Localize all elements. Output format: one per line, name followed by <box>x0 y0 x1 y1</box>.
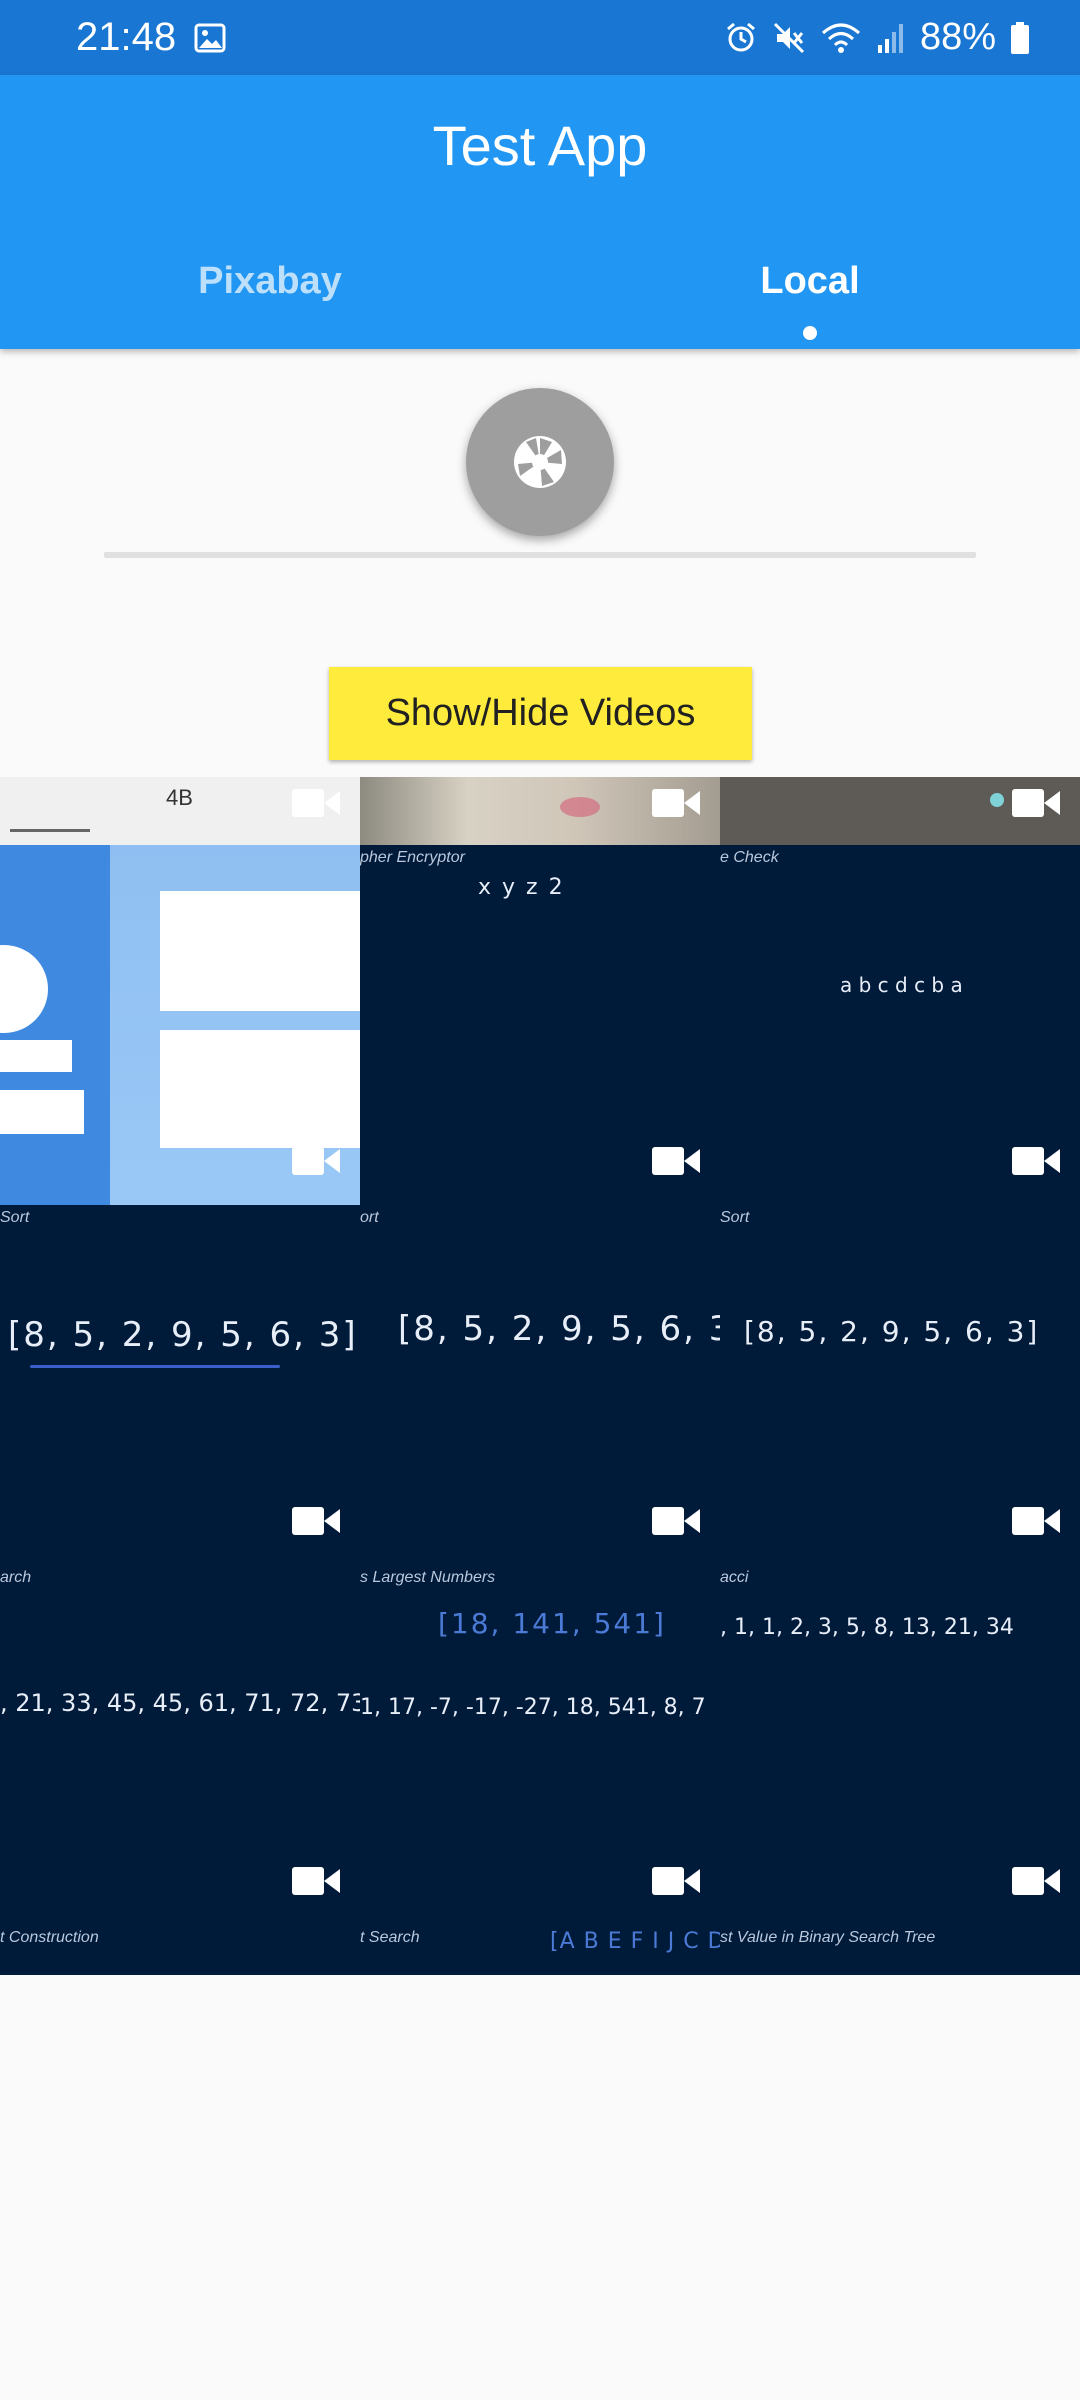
thumbnail-caption: arch <box>0 1569 32 1586</box>
tab-bar: Pixabay Local <box>0 255 1080 349</box>
status-time: 21:48 <box>76 15 177 59</box>
video-grid: 4B pher Encryptor x y z 2 e Check a b c … <box>0 777 1080 1975</box>
videocam-icon <box>652 1867 700 1895</box>
tab-local[interactable]: Local <box>540 255 1080 349</box>
thumbnail-caption: Sort <box>0 1209 30 1226</box>
videocam-icon <box>652 789 700 817</box>
videocam-icon <box>652 1507 700 1535</box>
thumbnail-text: x y z 2 <box>478 875 565 900</box>
battery-percent: 88% <box>919 16 996 58</box>
signal-icon <box>877 23 903 53</box>
video-thumbnail[interactable]: ort [8, 5, 2, 9, 5, 6, 3] <box>360 1205 720 1565</box>
show-hide-videos-button[interactable]: Show/Hide Videos <box>329 667 752 760</box>
mute-icon <box>773 22 804 53</box>
thumbnail-text: [18, 141, 541] <box>438 1607 666 1640</box>
video-thumbnail[interactable]: s Largest Numbers [18, 141, 541] 1, 17, … <box>360 1565 720 1925</box>
video-thumbnail[interactable]: arch , 21, 33, 45, 45, 61, 71, 72, 73 <box>0 1565 360 1925</box>
status-bar: 21:48 88% <box>0 0 1080 75</box>
video-thumbnail[interactable] <box>360 777 720 845</box>
thumbnail-text-secondary: 1, 17, -7, -17, -27, 18, 541, 8, 7 <box>360 1695 706 1720</box>
thumbnail-text: [A B E F I J C D G <box>550 1929 720 1954</box>
thumbnail-text: a b c d c b a <box>840 973 963 997</box>
videocam-icon <box>292 1507 340 1535</box>
thumbnail-caption: s Largest Numbers <box>360 1569 496 1586</box>
videocam-icon <box>652 1147 700 1175</box>
thumbnail-text: [8, 5, 2, 9, 5, 6, 3] <box>8 1315 358 1355</box>
videocam-icon <box>1012 789 1060 817</box>
video-thumbnail[interactable]: t Search [A B E F I J C D G <box>360 1925 720 1975</box>
video-thumbnail[interactable]: pher Encryptor x y z 2 <box>360 845 720 1205</box>
thumbnail-text: [8, 5, 2, 9, 5, 6, 3] <box>744 1315 1040 1348</box>
videocam-icon <box>1012 1867 1060 1895</box>
thumbnail-caption: Sort <box>720 1209 750 1226</box>
videocam-icon <box>292 1147 340 1175</box>
tab-indicator-dot <box>803 326 817 340</box>
capture-button[interactable] <box>466 388 614 536</box>
videocam-icon <box>292 789 340 817</box>
thumbnail-caption: st Value in Binary Search Tree <box>720 1929 936 1946</box>
video-thumbnail[interactable]: acci , 1, 1, 2, 3, 5, 8, 13, 21, 34 <box>720 1565 1080 1925</box>
video-thumbnail[interactable]: Sort [8, 5, 2, 9, 5, 6, 3] <box>720 1205 1080 1565</box>
tab-pixabay-label: Pixabay <box>198 260 342 302</box>
videocam-icon <box>292 1867 340 1895</box>
image-notification-icon <box>194 23 226 52</box>
videocam-icon <box>1012 1147 1060 1175</box>
tab-pixabay[interactable]: Pixabay <box>0 255 540 349</box>
battery-icon <box>1011 21 1029 54</box>
thumbnail-caption: t Search <box>360 1929 420 1946</box>
video-thumbnail[interactable]: 4B <box>0 777 360 845</box>
alarm-icon <box>726 22 755 51</box>
camera-shutter-icon <box>514 436 566 488</box>
thumbnail-caption: ort <box>360 1209 379 1226</box>
thumbnail-text: , 1, 1, 2, 3, 5, 8, 13, 21, 34 <box>720 1615 1014 1640</box>
thumbnail-caption: acci <box>720 1569 749 1586</box>
app-title: Test App <box>432 114 648 177</box>
video-thumbnail[interactable] <box>720 777 1080 845</box>
videocam-icon <box>1012 1507 1060 1535</box>
wifi-icon <box>821 23 860 53</box>
progress-track <box>104 552 976 558</box>
video-thumbnail[interactable]: st Value in Binary Search Tree <box>720 1925 1080 1975</box>
video-thumbnail[interactable]: e Check a b c d c b a <box>720 845 1080 1205</box>
video-thumbnail[interactable]: t Construction <box>0 1925 360 1975</box>
thumbnail-caption: t Construction <box>0 1929 99 1946</box>
app-bar: Test App Pixabay Local <box>0 75 1080 349</box>
video-thumbnail[interactable]: Sort [8, 5, 2, 9, 5, 6, 3] <box>0 1205 360 1565</box>
thumbnail-text: [8, 5, 2, 9, 5, 6, 3] <box>398 1309 720 1349</box>
thumbnail-caption: e Check <box>720 849 779 866</box>
thumbnail-text: , 21, 33, 45, 45, 61, 71, 72, 73 <box>0 1689 360 1717</box>
video-thumbnail[interactable] <box>0 845 360 1205</box>
thumbnail-caption: pher Encryptor <box>360 849 465 866</box>
thumbnail-label: 4B <box>166 785 193 810</box>
